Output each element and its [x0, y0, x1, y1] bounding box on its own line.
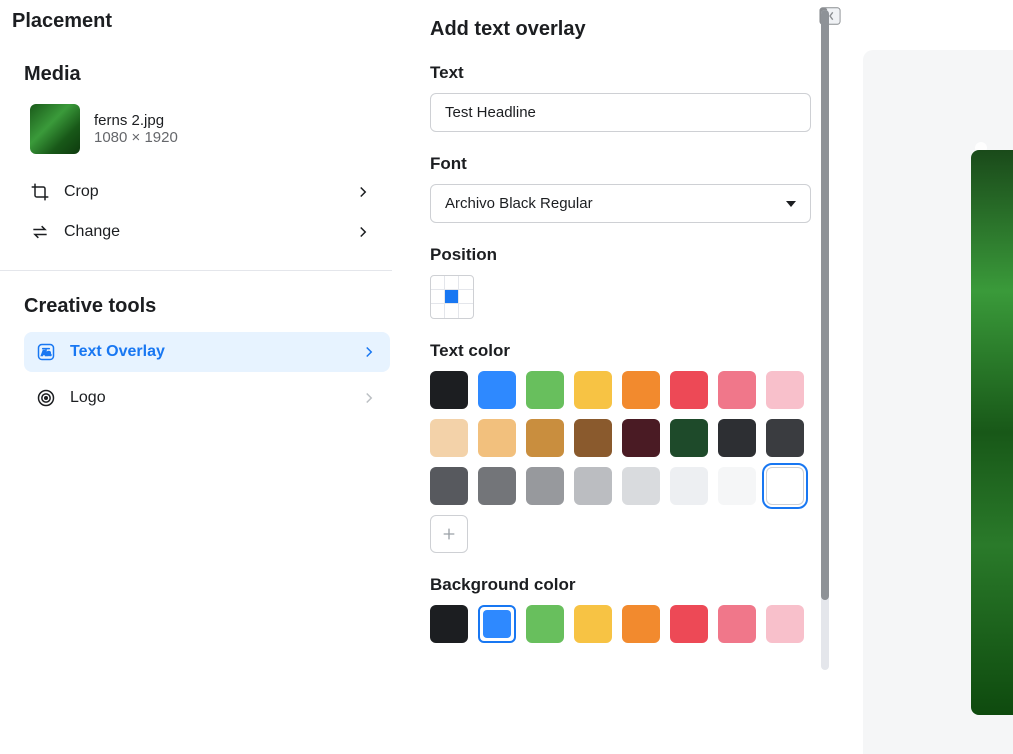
position-field-label: Position — [430, 245, 811, 265]
text-field-label: Text — [430, 63, 811, 83]
position-cell-7[interactable] — [445, 304, 459, 318]
tool-logo[interactable]: Logo — [24, 378, 390, 418]
text-color-swatch[interactable] — [574, 371, 612, 409]
svg-text:Aa: Aa — [41, 348, 51, 357]
crop-icon — [30, 182, 50, 202]
preview-image — [971, 150, 1013, 715]
text-color-swatch[interactable] — [430, 371, 468, 409]
text-color-swatch[interactable] — [622, 371, 660, 409]
text-color-label: Text color — [430, 341, 811, 361]
background-color-swatch[interactable] — [478, 605, 516, 643]
position-cell-5[interactable] — [459, 290, 473, 304]
background-color-swatch[interactable] — [766, 605, 804, 643]
text-color-swatch[interactable] — [622, 467, 660, 505]
crop-label: Crop — [64, 183, 99, 201]
text-color-swatch[interactable] — [574, 467, 612, 505]
background-color-label: Background color — [430, 575, 811, 595]
text-color-swatch[interactable] — [430, 419, 468, 457]
chevron-right-icon — [360, 389, 378, 407]
text-input[interactable] — [430, 93, 811, 132]
position-cell-1[interactable] — [445, 276, 459, 290]
position-cell-4[interactable] — [445, 290, 459, 304]
background-color-swatch[interactable] — [622, 605, 660, 643]
creative-tools-title: Creative tools — [24, 295, 390, 318]
text-color-grid — [430, 371, 811, 553]
swap-icon — [30, 222, 50, 242]
font-select[interactable]: Archivo Black Regular — [430, 184, 811, 223]
text-color-swatch[interactable] — [526, 371, 564, 409]
crop-action[interactable]: Crop — [24, 172, 378, 212]
position-cell-6[interactable] — [431, 304, 445, 318]
preview-panel — [863, 50, 1013, 754]
chevron-right-icon — [360, 343, 378, 361]
target-icon — [36, 388, 56, 408]
text-color-swatch[interactable] — [670, 419, 708, 457]
text-color-swatch[interactable] — [766, 419, 804, 457]
position-cell-0[interactable] — [431, 276, 445, 290]
font-select-value: Archivo Black Regular — [445, 195, 593, 212]
media-thumbnail — [30, 104, 80, 154]
media-section-title: Media — [24, 63, 378, 86]
media-dimensions: 1080 × 1920 — [94, 129, 178, 146]
tool-text-overlay-label: Text Overlay — [70, 343, 165, 361]
change-action[interactable]: Change — [24, 212, 378, 252]
background-color-swatch[interactable] — [526, 605, 564, 643]
text-color-swatch[interactable] — [766, 467, 804, 505]
background-color-grid — [430, 605, 811, 643]
media-filename: ferns 2.jpg — [94, 112, 178, 129]
text-color-swatch[interactable] — [526, 419, 564, 457]
chevron-right-icon — [354, 183, 372, 201]
background-color-swatch[interactable] — [574, 605, 612, 643]
change-label: Change — [64, 223, 120, 241]
text-overlay-icon: Aa — [36, 342, 56, 362]
text-color-swatch[interactable] — [670, 371, 708, 409]
text-color-swatch[interactable] — [478, 371, 516, 409]
media-thumbnail-row[interactable]: ferns 2.jpg 1080 × 1920 — [24, 100, 378, 158]
text-color-swatch[interactable] — [718, 419, 756, 457]
text-color-swatch[interactable] — [478, 419, 516, 457]
text-color-swatch[interactable] — [766, 371, 804, 409]
scrollbar-thumb[interactable] — [821, 10, 829, 600]
divider — [0, 270, 392, 271]
position-grid[interactable] — [430, 275, 474, 319]
position-cell-8[interactable] — [459, 304, 473, 318]
background-color-swatch[interactable] — [670, 605, 708, 643]
position-cell-3[interactable] — [431, 290, 445, 304]
font-field-label: Font — [430, 154, 811, 174]
text-color-swatch[interactable] — [718, 467, 756, 505]
position-cell-2[interactable] — [459, 276, 473, 290]
text-color-swatch[interactable] — [718, 371, 756, 409]
tool-logo-label: Logo — [70, 389, 106, 407]
background-color-swatch[interactable] — [430, 605, 468, 643]
text-color-swatch[interactable] — [430, 467, 468, 505]
text-color-swatch[interactable] — [478, 467, 516, 505]
scrollbar-track[interactable] — [821, 10, 829, 670]
background-color-swatch[interactable] — [718, 605, 756, 643]
text-color-swatch[interactable] — [622, 419, 660, 457]
text-color-swatch[interactable] — [670, 467, 708, 505]
text-color-swatch[interactable] — [574, 419, 612, 457]
add-color-button[interactable] — [430, 515, 468, 553]
overlay-panel-title: Add text overlay — [430, 18, 811, 41]
chevron-right-icon — [354, 223, 372, 241]
text-color-swatch[interactable] — [526, 467, 564, 505]
page-title: Placement — [12, 10, 402, 33]
caret-down-icon — [786, 201, 796, 207]
tool-text-overlay[interactable]: Aa Text Overlay — [24, 332, 390, 372]
